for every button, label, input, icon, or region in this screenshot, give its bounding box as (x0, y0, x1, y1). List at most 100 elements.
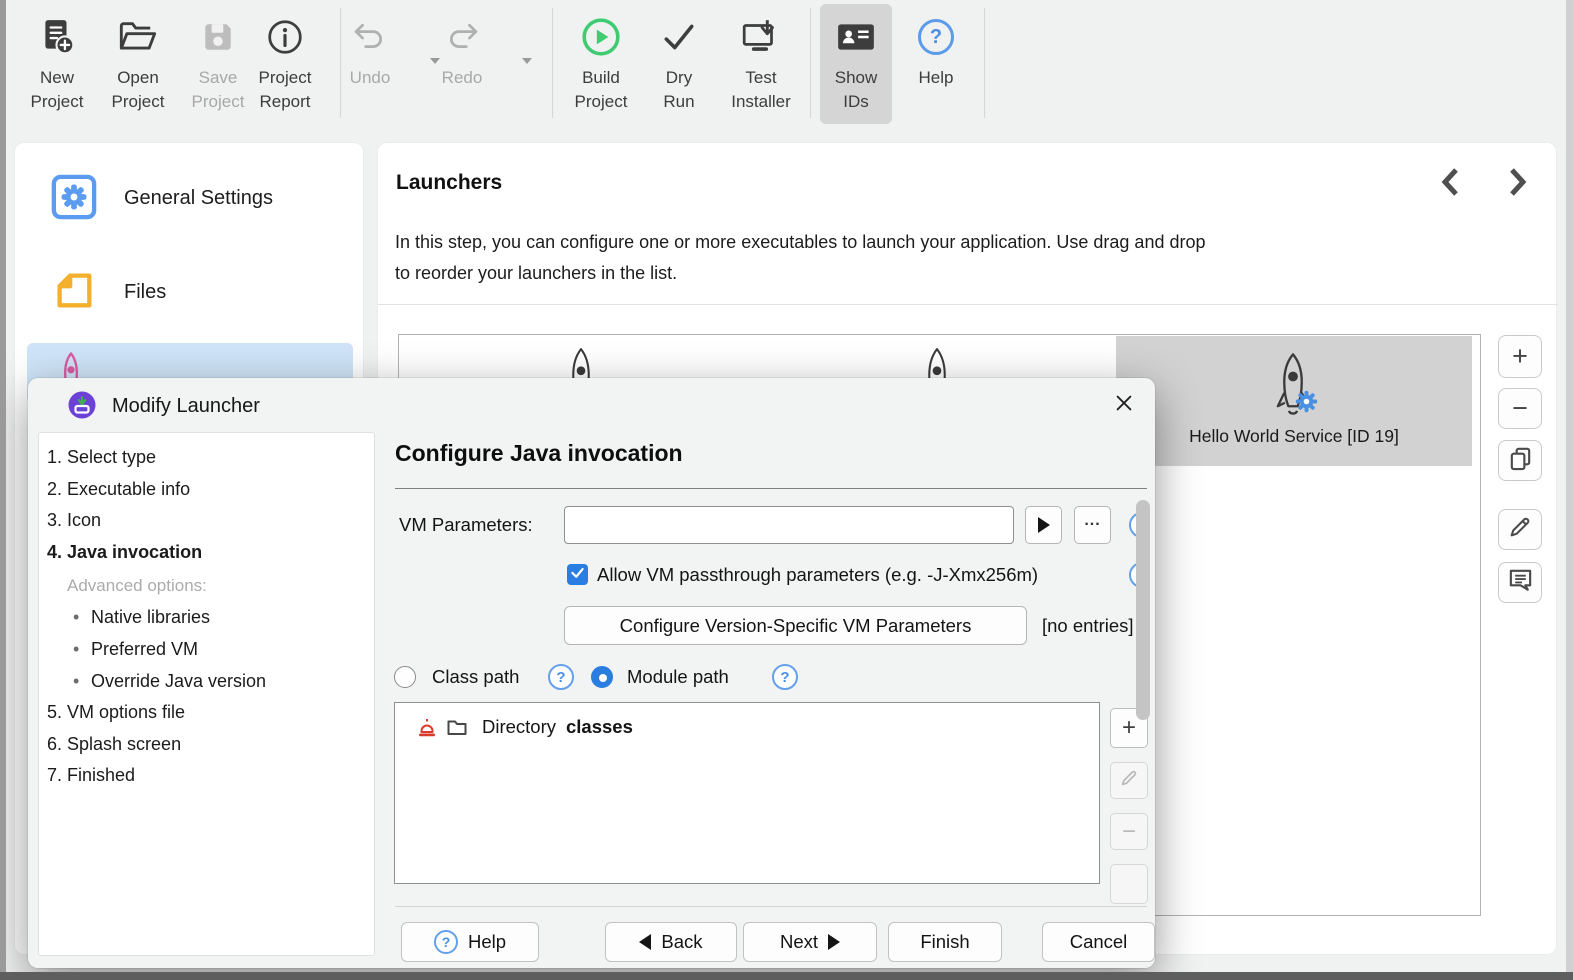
checkmark-icon (660, 8, 698, 66)
entry-name: classes (566, 716, 633, 737)
dialog-help-button[interactable]: ? Help (401, 922, 539, 962)
open-project-label: Open Project (111, 68, 165, 111)
redo-dropdown-arrow[interactable] (522, 58, 532, 64)
bullet-icon: • (73, 671, 80, 691)
page-description: In this step, you can configure one or m… (395, 232, 1206, 283)
show-ids-label: Show IDs (834, 68, 878, 111)
dry-run-button[interactable]: Dry Run (642, 4, 716, 124)
vm-parameters-input[interactable] (564, 506, 1014, 544)
play-triangle-icon (1037, 517, 1050, 533)
undo-label: Undo (349, 68, 391, 87)
class-path-radio[interactable] (394, 666, 416, 688)
show-ids-toggle[interactable]: Show IDs (820, 4, 892, 124)
wizard-steps-panel: 1. Select type 2. Executable info 3. Ico… (38, 432, 375, 956)
step-icon[interactable]: 3. Icon (47, 508, 101, 532)
header-divider (378, 304, 1558, 305)
info-circle-icon (266, 8, 304, 66)
ellipsis-icon: ... (1084, 512, 1101, 529)
cancel-button[interactable]: Cancel (1042, 922, 1155, 962)
remove-launcher-button[interactable]: − (1498, 388, 1542, 429)
redo-button: Redo (424, 4, 500, 124)
module-path-label[interactable]: Module path (627, 665, 729, 689)
pencil-icon (1507, 514, 1533, 545)
new-project-button[interactable]: New Project (16, 4, 98, 124)
vm-parameters-help-icon[interactable]: ? (1129, 512, 1136, 538)
advanced-options-header: Advanced options: (67, 576, 207, 595)
next-button[interactable]: Next (743, 922, 877, 962)
next-step-button[interactable] (1503, 165, 1533, 203)
finish-button-label: Finish (920, 931, 970, 952)
passthrough-help-icon[interactable]: ? (1129, 562, 1136, 588)
configure-version-specific-button[interactable]: Configure Version-Specific VM Parameters (564, 606, 1027, 645)
close-dialog-button[interactable] (1112, 393, 1136, 417)
service-gear-icon (1293, 388, 1320, 420)
undo-icon (351, 8, 389, 66)
module-path-radio-selected[interactable] (591, 666, 613, 688)
sidebar-item-files[interactable]: Files (124, 281, 166, 304)
build-play-icon (580, 8, 622, 66)
help-question-icon: ? (918, 8, 954, 66)
comment-launcher-button[interactable] (1498, 562, 1542, 603)
bullet-icon: • (73, 607, 80, 627)
class-path-help-icon[interactable]: ? (548, 664, 574, 690)
step-native-libraries[interactable]: Native libraries (91, 605, 210, 629)
step-select-type[interactable]: 1. Select type (47, 445, 156, 469)
back-triangle-icon (639, 934, 652, 950)
module-path-help-icon[interactable]: ? (772, 664, 798, 690)
save-project-icon (200, 8, 236, 66)
comment-icon (1507, 567, 1534, 599)
dialog-title: Modify Launcher (112, 395, 260, 417)
minus-icon: − (1121, 817, 1136, 845)
step-executable-info[interactable]: 2. Executable info (47, 477, 190, 501)
help-button[interactable]: ? Help (898, 4, 974, 124)
step-vm-options-file[interactable]: 5. VM options file (47, 700, 185, 724)
entry-kind: Directory (482, 716, 557, 737)
pencil-icon (1119, 767, 1139, 795)
step-finished[interactable]: 7. Finished (47, 763, 135, 787)
edit-launcher-button[interactable] (1498, 509, 1542, 550)
dry-run-label: Dry Run (663, 68, 695, 111)
copy-icon (1507, 445, 1534, 477)
step-override-java-version[interactable]: Override Java version (91, 669, 266, 693)
step-splash-screen[interactable]: 6. Splash screen (47, 732, 181, 756)
bullet-icon: • (73, 639, 80, 659)
project-report-label: Project Report (258, 68, 312, 111)
back-button-label: Back (661, 931, 703, 952)
step-java-invocation-current[interactable]: 4. Java invocation (47, 540, 202, 564)
sidebar-item-general-settings[interactable]: General Settings (124, 187, 273, 210)
edit-entry-button (1110, 762, 1148, 799)
add-launcher-button[interactable]: + (1498, 335, 1542, 378)
alert-beacon-icon (415, 715, 439, 744)
window-border-left (0, 0, 6, 972)
build-project-button[interactable]: Build Project (560, 4, 642, 124)
next-button-label: Next (779, 931, 819, 952)
module-path-entry[interactable]: Directory classes (395, 713, 1099, 741)
class-path-label[interactable]: Class path (432, 665, 519, 689)
new-project-label: New Project (30, 68, 84, 111)
launcher-wizard-icon (68, 391, 96, 424)
general-settings-gear-icon (51, 174, 97, 220)
insert-variable-button[interactable] (1025, 506, 1062, 544)
browse-button[interactable]: ... (1074, 506, 1111, 544)
toolbar-separator (810, 8, 811, 118)
plus-icon: + (1121, 714, 1136, 741)
plus-icon: + (1512, 341, 1528, 371)
open-project-button[interactable]: Open Project (98, 4, 178, 124)
passthrough-checkbox[interactable] (567, 564, 588, 585)
step-preferred-vm[interactable]: Preferred VM (91, 637, 198, 661)
launcher-name: Hello World Service [ID 19] (1189, 426, 1399, 446)
close-icon (1113, 392, 1135, 419)
vm-parameters-label: VM Parameters: (399, 514, 533, 535)
back-button[interactable]: Back (605, 922, 737, 962)
previous-step-button[interactable] (1435, 165, 1465, 203)
finish-button[interactable]: Finish (888, 922, 1002, 962)
launcher-cell-selected[interactable]: Hello World Service [ID 19] (1116, 336, 1472, 466)
dialog-heading: Configure Java invocation (395, 440, 683, 466)
test-installer-button[interactable]: Test Installer (718, 4, 804, 124)
copy-launcher-button[interactable] (1498, 440, 1542, 481)
page-title: Launchers (396, 171, 503, 194)
project-report-button[interactable]: Project Report (240, 4, 330, 124)
id-card-icon (835, 8, 877, 66)
dialog-scrollbar-thumb[interactable] (1136, 500, 1150, 720)
folder-icon (445, 715, 469, 744)
